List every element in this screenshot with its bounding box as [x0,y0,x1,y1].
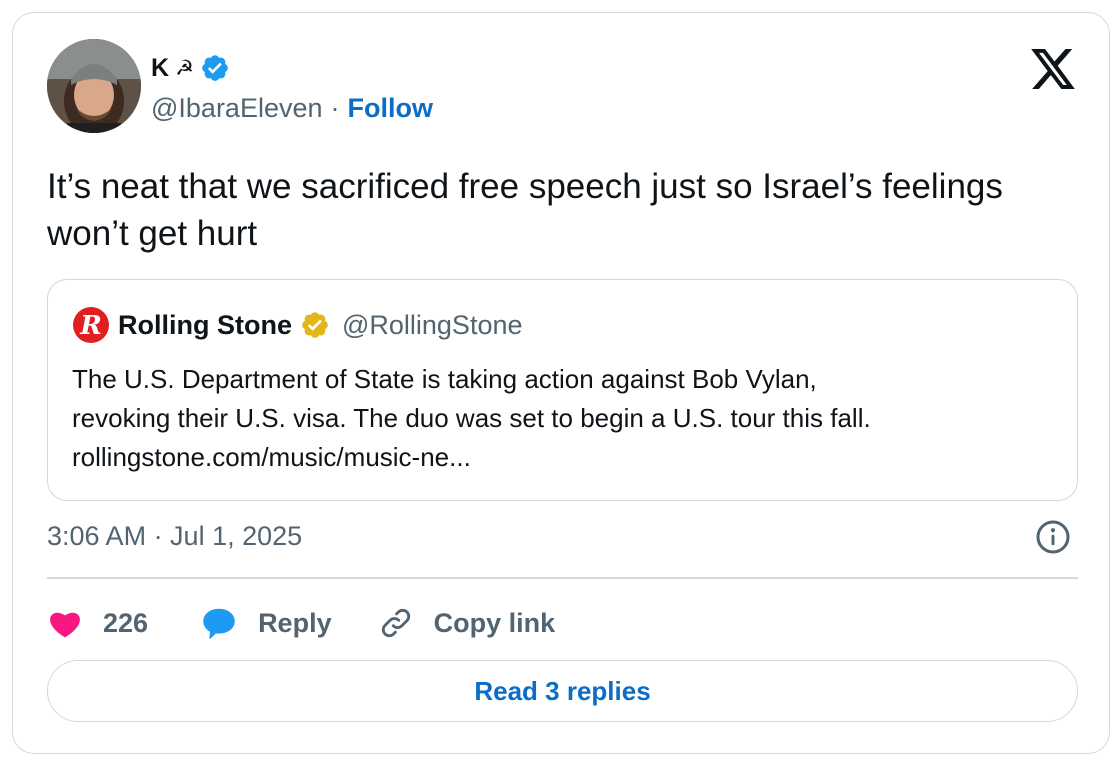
author-handle[interactable]: @IbaraEleven [151,93,323,124]
copy-link-label: Copy link [433,607,556,638]
separator: · [330,93,340,123]
quoted-text-line: The U.S. Department of State is taking a… [72,364,817,394]
quoted-text-line: revoking their U.S. visa. The duo was se… [72,403,871,433]
reply-label: Reply [258,607,332,638]
hammer-sickle-symbol: ☭ [175,56,194,80]
gold-verified-badge-icon [300,310,330,340]
quoted-author-name: Rolling Stone [118,309,292,340]
quoted-link[interactable]: rollingstone.com/music/music-ne... [72,438,1052,477]
rolling-stone-logo-icon: R [72,306,110,344]
like-count: 226 [103,607,149,638]
author-handle-row: @IbaraEleven · Follow [151,93,433,124]
reply-bubble-icon [203,608,235,639]
link-icon [381,608,410,638]
info-icon[interactable] [1035,519,1071,555]
tweet-text: It’s neat that we sacrificed free speech… [47,167,1003,253]
tweet-card: K ☭ @IbaraEleven · Follow It’s neat that… [12,12,1110,754]
quoted-tweet-header: R Rolling Stone @RollingStone [72,306,523,344]
quoted-tweet[interactable]: R Rolling Stone @RollingStone The U.S. D… [47,279,1078,501]
copy-link-button[interactable]: Copy link [378,605,556,641]
action-bar: 226 Reply Copy link [47,603,555,643]
read-replies-button[interactable]: Read 3 replies [47,660,1078,722]
avatar[interactable] [47,39,141,133]
verified-badge-icon [200,53,230,83]
x-logo-icon[interactable] [1031,49,1075,89]
author-name-row: K ☭ [151,53,230,83]
tweet-timestamp[interactable]: 3:06 AM · Jul 1, 2025 [47,521,302,552]
quoted-tweet-text: The U.S. Department of State is taking a… [72,360,1052,477]
reply-button[interactable]: Reply [200,605,332,641]
author-name[interactable]: K [151,54,169,83]
rolling-stone-logo-letter: R [79,311,102,341]
like-button[interactable]: 226 [47,605,148,641]
heart-icon [50,612,80,638]
quoted-author-handle: @RollingStone [341,309,523,340]
divider [47,577,1078,579]
follow-button[interactable]: Follow [348,93,433,124]
